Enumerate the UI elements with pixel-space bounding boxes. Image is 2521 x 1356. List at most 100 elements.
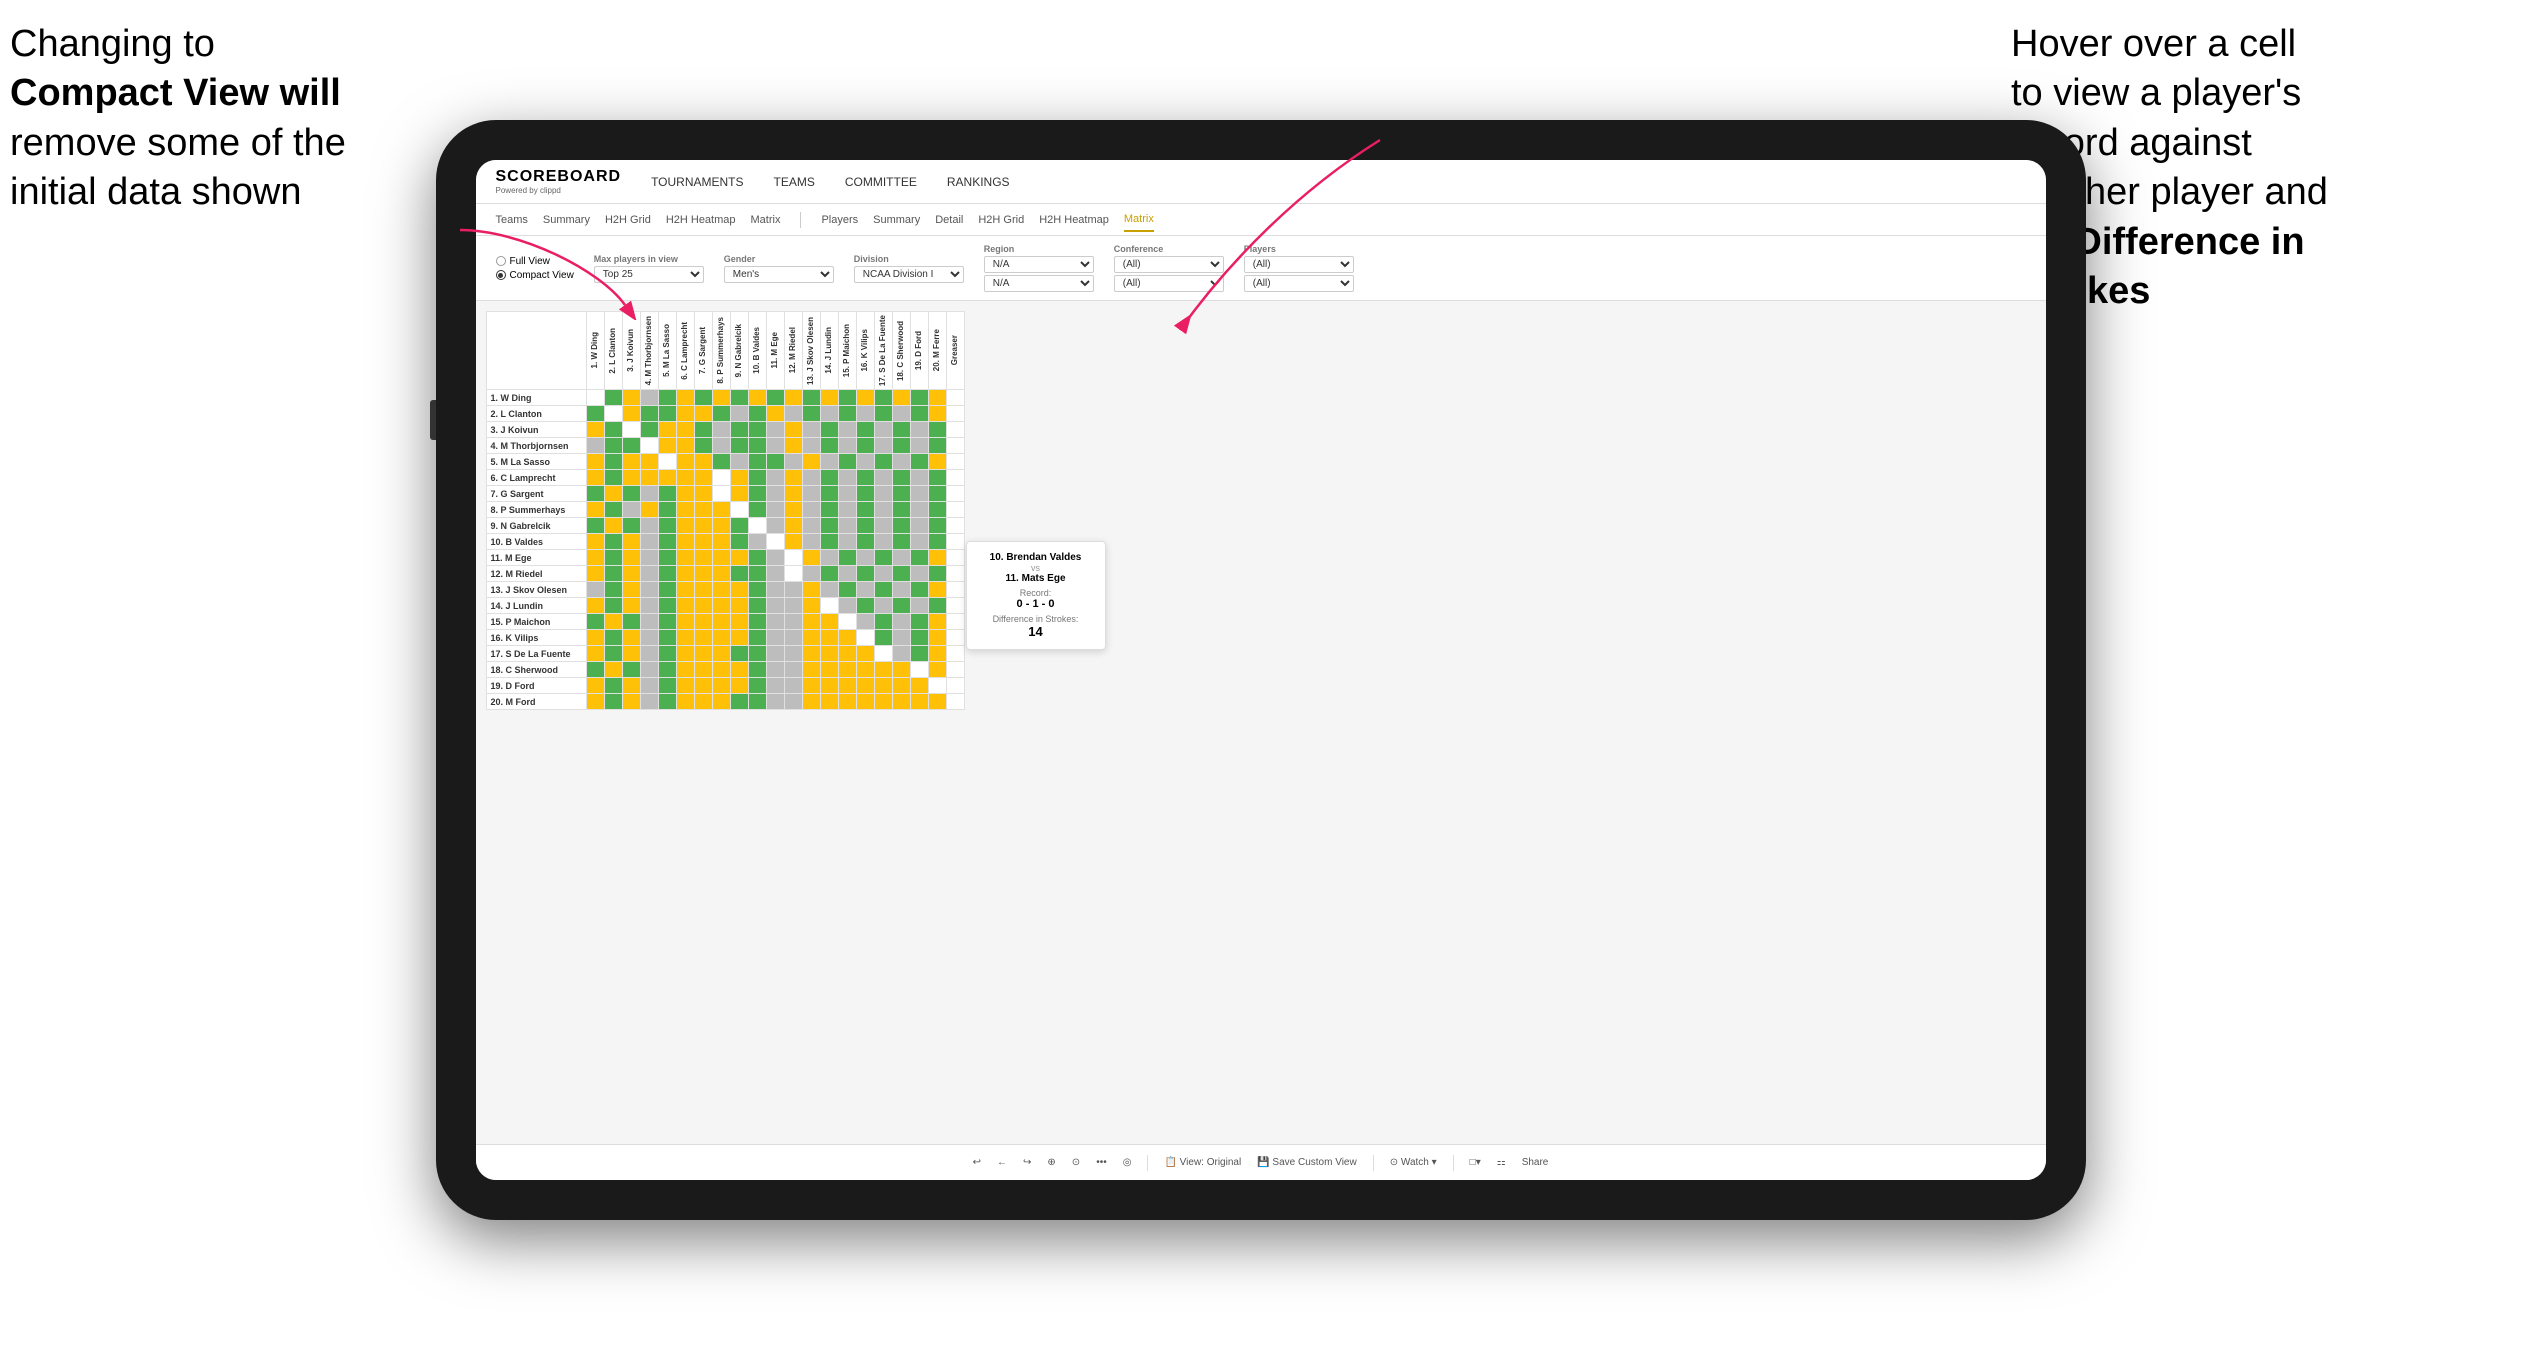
matrix-cell-1-6[interactable] (694, 406, 712, 422)
matrix-cell-7-0[interactable] (586, 502, 604, 518)
matrix-cell-4-10[interactable] (766, 454, 784, 470)
matrix-cell-18-10[interactable] (766, 678, 784, 694)
matrix-cell-18-17[interactable] (892, 678, 910, 694)
matrix-cell-14-3[interactable] (640, 614, 658, 630)
matrix-cell-9-13[interactable] (820, 534, 838, 550)
matrix-cell-11-17[interactable] (892, 566, 910, 582)
compact-view-option[interactable]: Compact View (496, 270, 574, 281)
max-players-select[interactable]: Top 25 (594, 266, 704, 283)
matrix-cell-5-8[interactable] (730, 470, 748, 486)
matrix-cell-10-9[interactable] (748, 550, 766, 566)
matrix-cell-14-14[interactable] (838, 614, 856, 630)
matrix-cell-6-11[interactable] (784, 486, 802, 502)
matrix-cell-9-15[interactable] (856, 534, 874, 550)
matrix-cell-12-16[interactable] (874, 582, 892, 598)
tab-h2h-heatmap-1[interactable]: H2H Heatmap (666, 209, 736, 231)
share-btn[interactable]: Share (1522, 1157, 1549, 1168)
matrix-cell-6-18[interactable] (910, 486, 928, 502)
matrix-cell-9-5[interactable] (676, 534, 694, 550)
matrix-cell-18-4[interactable] (658, 678, 676, 694)
matrix-cell-0-11[interactable] (784, 390, 802, 406)
matrix-cell-0-15[interactable] (856, 390, 874, 406)
region-select-2[interactable]: N/A (984, 275, 1094, 292)
matrix-cell-4-11[interactable] (784, 454, 802, 470)
matrix-cell-1-10[interactable] (766, 406, 784, 422)
matrix-cell-4-5[interactable] (676, 454, 694, 470)
matrix-cell-19-7[interactable] (712, 694, 730, 710)
matrix-cell-3-13[interactable] (820, 438, 838, 454)
matrix-cell-15-13[interactable] (820, 630, 838, 646)
matrix-cell-7-19[interactable] (928, 502, 946, 518)
matrix-cell-8-12[interactable] (802, 518, 820, 534)
matrix-cell-17-19[interactable] (928, 662, 946, 678)
matrix-cell-15-12[interactable] (802, 630, 820, 646)
matrix-cell-10-10[interactable] (766, 550, 784, 566)
matrix-cell-18-13[interactable] (820, 678, 838, 694)
matrix-cell-15-15[interactable] (856, 630, 874, 646)
matrix-cell-12-15[interactable] (856, 582, 874, 598)
matrix-cell-13-18[interactable] (910, 598, 928, 614)
matrix-cell-17-4[interactable] (658, 662, 676, 678)
matrix-cell-15-2[interactable] (622, 630, 640, 646)
matrix-cell-4-15[interactable] (856, 454, 874, 470)
matrix-cell-2-18[interactable] (910, 422, 928, 438)
gender-select[interactable]: Men's (724, 266, 834, 283)
matrix-cell-10-11[interactable] (784, 550, 802, 566)
matrix-cell-9-6[interactable] (694, 534, 712, 550)
matrix-cell-0-13[interactable] (820, 390, 838, 406)
matrix-cell-14-20[interactable] (946, 614, 964, 630)
matrix-cell-2-1[interactable] (604, 422, 622, 438)
matrix-cell-17-17[interactable] (892, 662, 910, 678)
matrix-cell-11-6[interactable] (694, 566, 712, 582)
matrix-cell-14-16[interactable] (874, 614, 892, 630)
matrix-cell-3-5[interactable] (676, 438, 694, 454)
undo-btn[interactable]: ↩ (973, 1157, 981, 1168)
matrix-cell-1-8[interactable] (730, 406, 748, 422)
matrix-cell-11-8[interactable] (730, 566, 748, 582)
matrix-cell-16-0[interactable] (586, 646, 604, 662)
matrix-cell-17-0[interactable] (586, 662, 604, 678)
matrix-cell-18-14[interactable] (838, 678, 856, 694)
matrix-cell-5-15[interactable] (856, 470, 874, 486)
matrix-cell-8-5[interactable] (676, 518, 694, 534)
matrix-cell-19-14[interactable] (838, 694, 856, 710)
matrix-cell-8-18[interactable] (910, 518, 928, 534)
matrix-cell-6-8[interactable] (730, 486, 748, 502)
players-select[interactable]: (All) (1244, 256, 1354, 273)
matrix-cell-13-3[interactable] (640, 598, 658, 614)
matrix-cell-17-13[interactable] (820, 662, 838, 678)
matrix-cell-8-4[interactable] (658, 518, 676, 534)
matrix-cell-17-12[interactable] (802, 662, 820, 678)
matrix-cell-16-7[interactable] (712, 646, 730, 662)
matrix-cell-16-6[interactable] (694, 646, 712, 662)
matrix-cell-6-14[interactable] (838, 486, 856, 502)
matrix-cell-4-4[interactable] (658, 454, 676, 470)
matrix-cell-4-9[interactable] (748, 454, 766, 470)
matrix-cell-13-4[interactable] (658, 598, 676, 614)
matrix-cell-11-19[interactable] (928, 566, 946, 582)
matrix-cell-15-10[interactable] (766, 630, 784, 646)
full-view-option[interactable]: Full View (496, 256, 574, 267)
matrix-cell-3-12[interactable] (802, 438, 820, 454)
matrix-cell-5-12[interactable] (802, 470, 820, 486)
matrix-cell-9-17[interactable] (892, 534, 910, 550)
matrix-cell-16-16[interactable] (874, 646, 892, 662)
matrix-cell-4-6[interactable] (694, 454, 712, 470)
matrix-cell-15-18[interactable] (910, 630, 928, 646)
matrix-cell-9-20[interactable] (946, 534, 964, 550)
matrix-cell-3-20[interactable] (946, 438, 964, 454)
matrix-cell-12-12[interactable] (802, 582, 820, 598)
matrix-cell-17-14[interactable] (838, 662, 856, 678)
matrix-cell-0-9[interactable] (748, 390, 766, 406)
tab-h2h-grid-1[interactable]: H2H Grid (605, 209, 651, 231)
matrix-cell-4-2[interactable] (622, 454, 640, 470)
matrix-cell-1-7[interactable] (712, 406, 730, 422)
matrix-cell-13-9[interactable] (748, 598, 766, 614)
matrix-cell-12-9[interactable] (748, 582, 766, 598)
matrix-cell-2-12[interactable] (802, 422, 820, 438)
matrix-cell-15-5[interactable] (676, 630, 694, 646)
matrix-cell-12-17[interactable] (892, 582, 910, 598)
matrix-cell-13-5[interactable] (676, 598, 694, 614)
matrix-cell-4-17[interactable] (892, 454, 910, 470)
matrix-cell-2-6[interactable] (694, 422, 712, 438)
